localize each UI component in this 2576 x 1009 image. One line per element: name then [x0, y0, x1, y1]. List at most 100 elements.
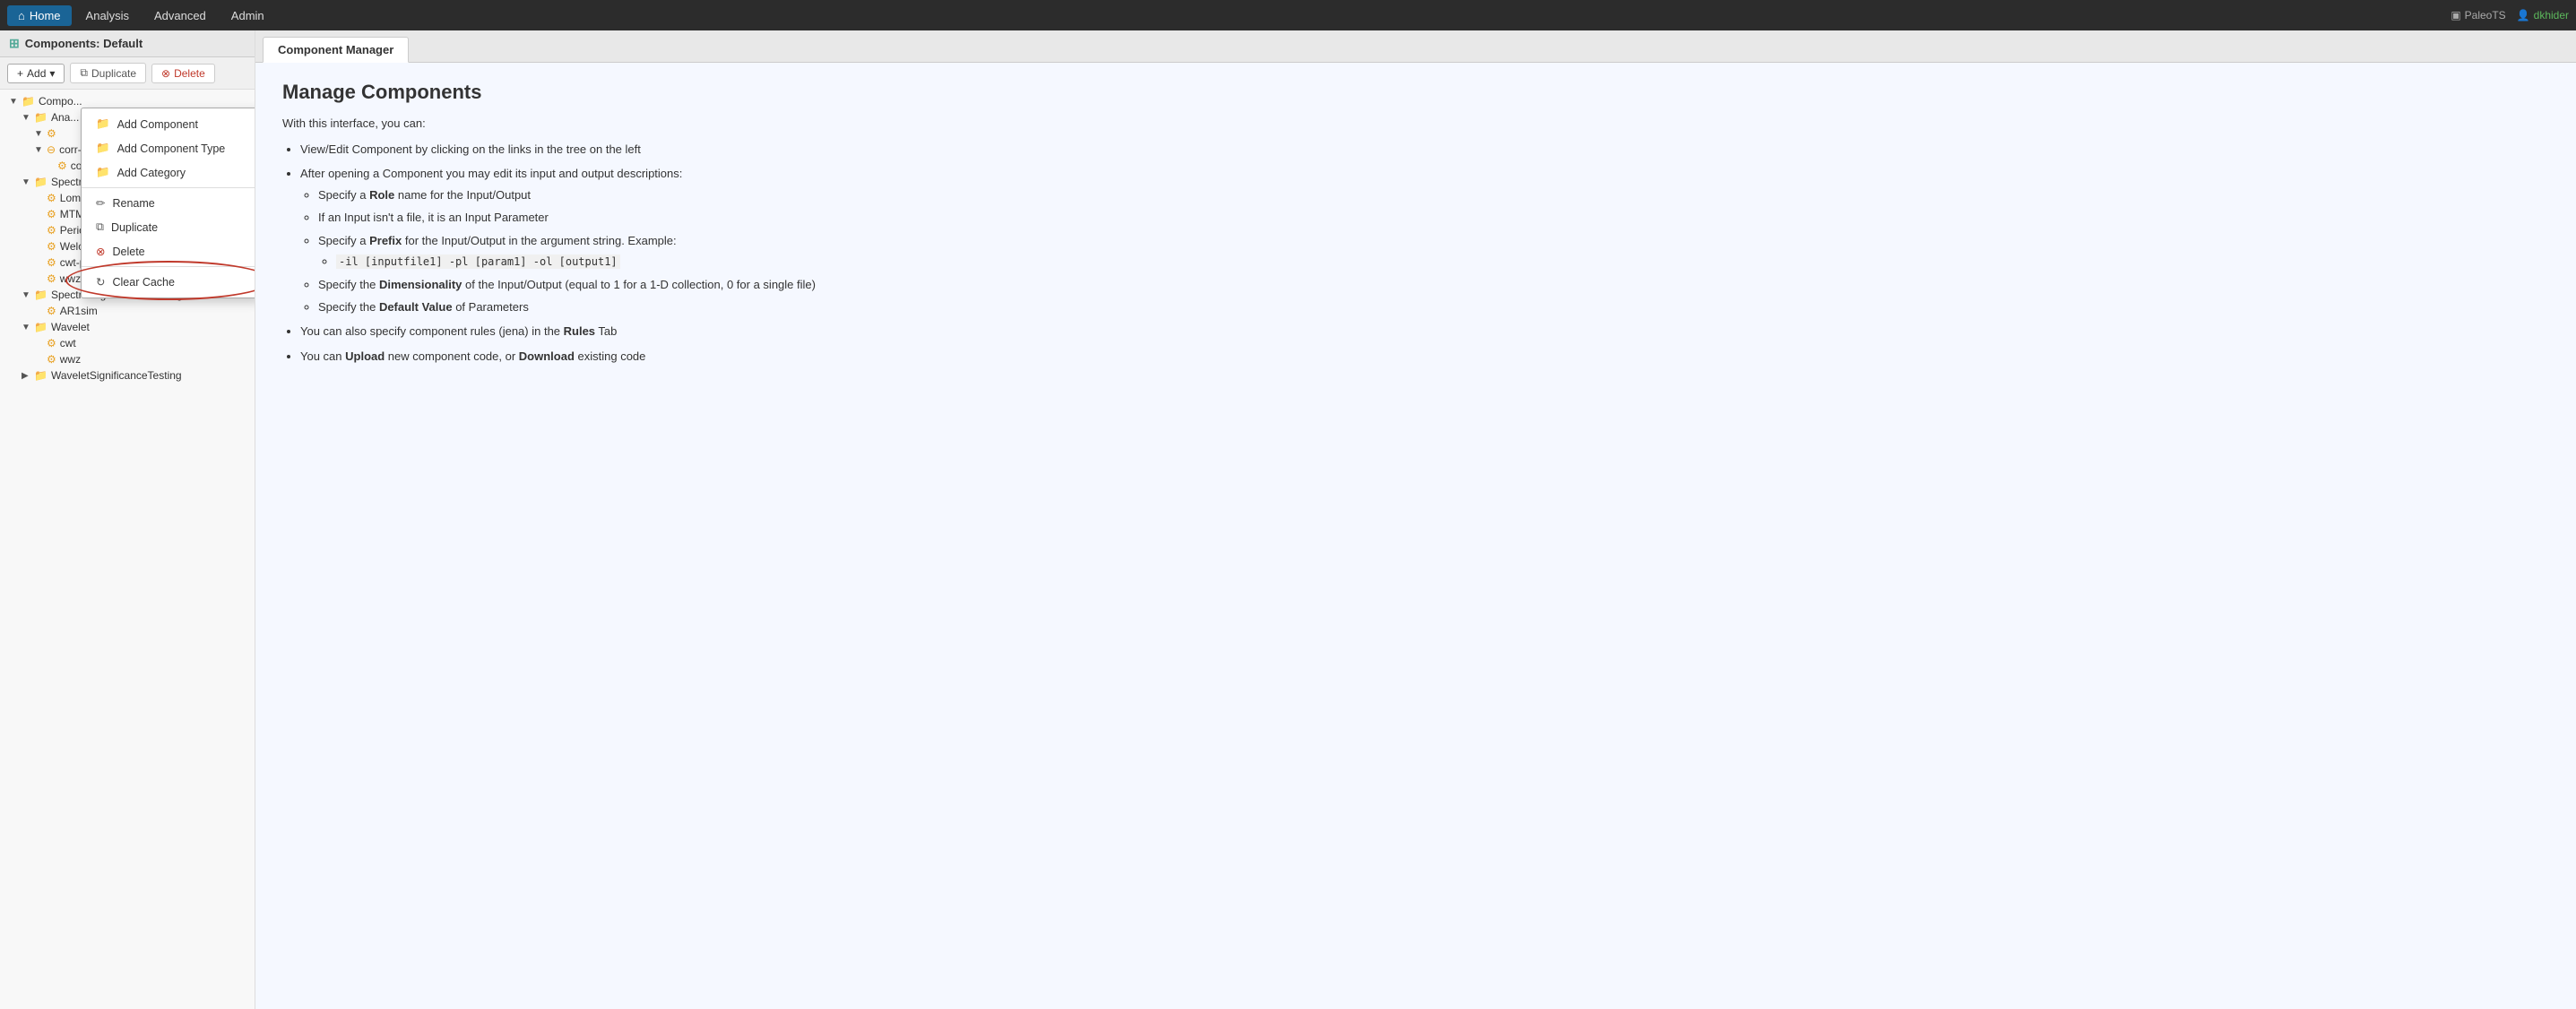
tab-component-manager[interactable]: Component Manager	[263, 37, 409, 63]
sidebar-toolbar: + Add ▾ ⧉ Duplicate ⊗ Delete	[0, 57, 255, 90]
username-label: dkhider	[2534, 9, 2569, 22]
folder-icon-waveletsigtesting: 📁	[34, 369, 48, 382]
home-icon: ⌂	[18, 9, 25, 22]
add-button[interactable]: + Add ▾	[7, 64, 65, 83]
ctx-refresh-icon: ↻	[96, 275, 105, 289]
tree-label-cwt: cwt	[60, 337, 76, 349]
arrow-wavelet: ▼	[22, 323, 34, 332]
delete-button[interactable]: ⊗ Delete	[151, 64, 215, 83]
tree-label-waveletsigtesting: WaveletSignificanceTesting	[51, 369, 182, 382]
sub-default-bold: Default Value	[379, 300, 453, 314]
ctx-divider-1	[82, 187, 255, 188]
sub-default-text-pre: Specify the	[318, 300, 379, 314]
ctx-add-category[interactable]: 📁 Add Category	[82, 160, 255, 185]
list-upload-rest: existing code	[575, 349, 646, 363]
sub-input-text: If an Input isn't a file, it is an Input…	[318, 211, 549, 224]
puzzle-icon-1: ⚙	[47, 127, 56, 140]
ctx-add-category-label: Add Category	[117, 167, 186, 179]
list-item-upload: You can Upload new component code, or Do…	[300, 346, 2549, 367]
add-icon: +	[17, 67, 23, 80]
ctx-add-component-type-label: Add Component Type	[117, 142, 226, 155]
ctx-pencil-icon: ✏	[96, 196, 105, 210]
folder-icon-wavelet: 📁	[34, 321, 48, 333]
main-content: Component Manager Manage Components With…	[255, 30, 2576, 1009]
sub-role-bold: Role	[369, 188, 394, 202]
ctx-delete-label: Delete	[112, 246, 144, 258]
nav-advanced-label: Advanced	[154, 9, 206, 22]
list-rules-bold: Rules	[564, 324, 595, 338]
content-intro: With this interface, you can:	[282, 116, 2549, 130]
puzzle-icon-corrlt: ⚙	[57, 160, 67, 172]
ctx-add-component-type[interactable]: 📁 Add Component Type	[82, 136, 255, 160]
nav-admin-label: Admin	[231, 9, 264, 22]
sidebar: ⊞ Components: Default + Add ▾ ⧉ Duplicat…	[0, 30, 255, 1009]
ctx-add-component[interactable]: 📁 Add Component	[82, 112, 255, 136]
ctx-folder-icon-1: 📁	[96, 117, 110, 131]
sidebar-header: ⊞ Components: Default	[0, 30, 255, 57]
puzzle-icon-periodogram: ⚙	[47, 224, 56, 237]
nav-admin[interactable]: Admin	[220, 5, 275, 26]
tree-label-ana: Ana...	[51, 111, 79, 124]
arrow-welch	[34, 242, 47, 252]
list-upload-mid: new component code, or	[385, 349, 519, 363]
tree-item-cwt[interactable]: ⚙ cwt	[0, 335, 255, 351]
content-list: View/Edit Component by clicking on the l…	[282, 139, 2549, 367]
ctx-rename[interactable]: ✏ Rename	[82, 191, 255, 215]
tree-item-waveletsigtesting[interactable]: ▶ 📁 WaveletSignificanceTesting	[0, 367, 255, 384]
puzzle-icon-cwtpsd: ⚙	[47, 256, 56, 269]
nav-advanced[interactable]: Advanced	[143, 5, 217, 26]
tab-component-manager-label: Component Manager	[278, 43, 393, 56]
sub-item-role: Specify a Role name for the Input/Output	[318, 185, 2549, 205]
arrow-cwtpsd	[34, 258, 47, 268]
arrow-cwt	[34, 339, 47, 349]
puzzle-icon-wwz: ⚙	[47, 353, 56, 366]
list-item-opening-text: After opening a Component you may edit i…	[300, 167, 682, 180]
content-area: Manage Components With this interface, y…	[255, 63, 2576, 1009]
arrow-icon-ana: ▼	[22, 113, 34, 123]
list-item-rules: You can also specify component rules (je…	[300, 321, 2549, 341]
ctx-delete[interactable]: ⊗ Delete	[82, 239, 255, 263]
arrow-waveletsigtesting: ▶	[22, 371, 34, 381]
code-list: -il [inputfile1] -pl [param1] -ol [outpu…	[318, 251, 2549, 272]
page-title: Manage Components	[282, 81, 2549, 104]
delete-label: Delete	[174, 67, 205, 80]
context-menu: 📁 Add Component 📁 Add Component Type 📁 A…	[81, 108, 255, 298]
ctx-divider-2	[82, 266, 255, 267]
sub-role-text-pre: Specify a	[318, 188, 369, 202]
nav-home-label: Home	[30, 9, 61, 22]
tree-item-ar1sim[interactable]: ⚙ AR1sim	[0, 303, 255, 319]
list-item-view: View/Edit Component by clicking on the l…	[300, 139, 2549, 160]
brand: ▣ PaleoTS	[2451, 9, 2505, 22]
folder-icon-spectral: 📁	[34, 176, 48, 188]
sub-item-input: If an Input isn't a file, it is an Input…	[318, 207, 2549, 228]
arrow-spectral: ▼	[22, 177, 34, 187]
ctx-clear-cache[interactable]: ↻ Clear Cache	[82, 270, 255, 294]
arrow-wwz	[34, 355, 47, 365]
tree-item-wwz[interactable]: ⚙ wwz	[0, 351, 255, 367]
add-dropdown-icon: ▾	[49, 67, 55, 80]
code-text: -il [inputfile1] -pl [param1] -ol [outpu…	[336, 254, 620, 269]
folder-icon-ana: 📁	[34, 111, 48, 124]
arrow-spectralsig: ▼	[22, 290, 34, 300]
puzzle-icon-wwzpsd: ⚙	[47, 272, 56, 285]
sub-prefix-text-rest: for the Input/Output in the argument str…	[402, 234, 676, 247]
duplicate-button[interactable]: ⧉ Duplicate	[70, 63, 146, 83]
ctx-folder-icon-2: 📁	[96, 142, 110, 155]
sub-dim-text-pre: Specify the	[318, 278, 379, 291]
puzzle-icon-welch: ⚙	[47, 240, 56, 253]
tree-item-wavelet[interactable]: ▼ 📁 Wavelet	[0, 319, 255, 335]
ctx-rename-label: Rename	[112, 197, 154, 210]
puzzle-icon-2: ⊖	[47, 143, 56, 156]
nav-home[interactable]: ⌂ Home	[7, 5, 72, 26]
folder-icon: 📁	[22, 95, 35, 108]
ctx-folder-icon-3: 📁	[96, 166, 110, 179]
nav-analysis-label: Analysis	[86, 9, 129, 22]
ctx-add-component-label: Add Component	[117, 118, 198, 131]
list-item-view-text: View/Edit Component by clicking on the l…	[300, 142, 641, 156]
tree-label-wavelet: Wavelet	[51, 321, 90, 333]
nav-analysis[interactable]: Analysis	[75, 5, 140, 26]
sub-item-dim: Specify the Dimensionality of the Input/…	[318, 274, 2549, 295]
main-layout: ⊞ Components: Default + Add ▾ ⧉ Duplicat…	[0, 30, 2576, 1009]
ctx-duplicate[interactable]: ⧉ Duplicate	[82, 215, 255, 239]
ctx-delete-icon: ⊗	[96, 245, 105, 258]
